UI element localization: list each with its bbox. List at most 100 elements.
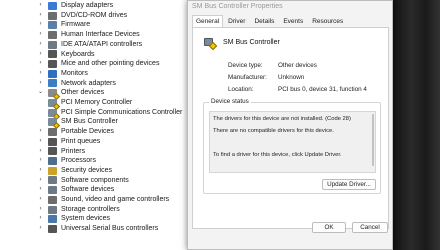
device-header: SM Bus Controller	[203, 36, 280, 51]
device-category-icon	[48, 108, 61, 120]
device-type-label: Device type:	[228, 62, 263, 69]
expand-chevron-icon[interactable]: ›	[37, 205, 44, 214]
expand-chevron-icon[interactable]: ›	[37, 166, 44, 175]
device-category-icon	[48, 186, 57, 195]
device-category-icon	[48, 11, 57, 20]
dialog-title[interactable]: SM Bus Controller Properties	[188, 1, 392, 13]
tree-category-item[interactable]: › System devices	[37, 214, 110, 224]
tree-child-item[interactable]: SM Bus Controller	[44, 117, 118, 130]
expand-chevron-icon[interactable]: ›	[37, 40, 44, 49]
expand-chevron-icon[interactable]: ›	[37, 30, 44, 39]
tree-item-label: Human Interface Devices	[61, 31, 140, 39]
status-scrollbar[interactable]	[372, 114, 374, 166]
expand-chevron-icon[interactable]: ⌄	[37, 89, 44, 98]
tree-category-item[interactable]: › Security devices	[37, 166, 112, 176]
general-panel: SM Bus Controller Device type: Other dev…	[192, 27, 389, 229]
tree-category-item[interactable]: › Software components	[37, 176, 129, 186]
cancel-button[interactable]: Cancel	[352, 222, 388, 233]
tree-category-item[interactable]: › Human Interface Devices	[37, 30, 140, 40]
device-category-icon	[48, 215, 57, 224]
tree-child-item[interactable]: PCI Memory Controller	[44, 98, 133, 110]
expand-chevron-icon[interactable]: ›	[37, 215, 44, 224]
device-status-text[interactable]: The drivers for this device are not inst…	[209, 111, 376, 173]
device-category-icon	[48, 118, 61, 130]
expand-chevron-icon[interactable]: ›	[37, 224, 44, 233]
tree-item-label: Software devices	[61, 186, 115, 194]
expand-chevron-icon[interactable]: ›	[37, 60, 44, 69]
expand-chevron-icon[interactable]: ›	[37, 79, 44, 88]
properties-dialog: SM Bus Controller Properties General Dri…	[187, 0, 393, 250]
expand-chevron-icon[interactable]: ›	[37, 137, 44, 146]
expand-chevron-icon[interactable]: ›	[37, 11, 44, 20]
tree-child-item[interactable]: PCI Simple Communications Controller	[44, 108, 183, 120]
tree-item-label: Universal Serial Bus controllers	[61, 225, 159, 233]
tree-category-item[interactable]: ⌄ Other devices	[37, 88, 104, 101]
tree-category-item[interactable]: › Sound, video and game controllers	[37, 195, 169, 205]
update-driver-button[interactable]: Update Driver...	[322, 179, 376, 190]
device-category-icon	[48, 1, 57, 10]
expand-chevron-icon[interactable]: ›	[37, 176, 44, 185]
tree-item-label: IDE ATA/ATAPI controllers	[61, 40, 143, 48]
generic-device-warning-icon	[203, 36, 218, 51]
device-category-icon	[48, 60, 57, 69]
tree-item-label: DVD/CD-ROM drives	[61, 11, 128, 19]
device-category-icon	[48, 127, 57, 136]
tree-category-item[interactable]: › Display adapters	[37, 1, 113, 11]
tree-item-label: Mice and other pointing devices	[61, 60, 160, 68]
tree-category-item[interactable]: › Keyboards	[37, 50, 94, 60]
device-category-icon	[48, 98, 61, 110]
expand-chevron-icon[interactable]: ›	[37, 147, 44, 156]
manufacturer-label: Manufacturer:	[228, 74, 267, 81]
tree-category-item[interactable]: › DVD/CD-ROM drives	[37, 11, 127, 21]
tree-category-item[interactable]: › Mice and other pointing devices	[37, 59, 159, 69]
expand-chevron-icon[interactable]: ›	[37, 1, 44, 10]
tree-category-item[interactable]: › Storage controllers	[37, 205, 120, 215]
tree-category-item[interactable]: › Universal Serial Bus controllers	[37, 224, 158, 234]
device-category-icon	[48, 79, 57, 88]
tree-item-label: Processors	[61, 157, 97, 165]
tree-category-item[interactable]: › Print queues	[37, 137, 100, 147]
tree-category-item[interactable]: › IDE ATA/ATAPI controllers	[37, 40, 142, 50]
device-name: SM Bus Controller	[223, 38, 280, 46]
device-category-icon	[48, 157, 57, 166]
tree-category-item[interactable]: › Software devices	[37, 185, 114, 195]
tree-item-label: PCI Simple Communications Controller	[61, 108, 183, 116]
tree-category-item[interactable]: › Monitors	[37, 69, 88, 79]
device-category-icon	[48, 69, 57, 78]
tree-item-label: Portable Devices	[61, 128, 114, 136]
device-category-icon	[48, 205, 57, 214]
tree-item-label: Software components	[61, 176, 129, 184]
tree-item-label: Firmware	[61, 21, 91, 29]
tree-item-label: PCI Memory Controller	[61, 99, 133, 106]
tree-item-label: SM Bus Controller	[61, 118, 118, 126]
tree-item-label: System devices	[61, 215, 111, 223]
tree-category-item[interactable]: › Printers	[37, 147, 85, 157]
tree-item-label: Sound, video and game controllers	[61, 196, 170, 203]
tree-item-label: Monitors	[61, 69, 88, 77]
tree-category-item[interactable]: › Portable Devices	[37, 127, 114, 137]
device-category-icon	[48, 21, 57, 30]
device-category-icon	[48, 40, 57, 49]
tree-category-item[interactable]: › Firmware	[37, 20, 90, 30]
tree-item-label: Security devices	[61, 166, 112, 174]
expand-chevron-icon[interactable]: ›	[37, 195, 44, 204]
tree-category-item[interactable]: › Network adapters	[37, 79, 116, 89]
tree-item-label: Storage controllers	[61, 205, 120, 213]
tree-item-label: Printers	[61, 147, 86, 155]
expand-chevron-icon[interactable]: ›	[37, 186, 44, 195]
tree-category-item[interactable]: › Processors	[37, 156, 96, 166]
expand-chevron-icon[interactable]: ›	[37, 127, 44, 136]
expand-chevron-icon[interactable]: ›	[37, 21, 44, 30]
status-line: There are no compatible drivers for this…	[213, 128, 334, 134]
ok-button[interactable]: OK	[312, 222, 346, 233]
device-category-icon	[48, 176, 57, 185]
device-category-icon	[48, 30, 57, 39]
tree-item-label: Print queues	[61, 137, 101, 145]
expand-chevron-icon[interactable]: ›	[37, 50, 44, 59]
expand-chevron-icon[interactable]: ›	[37, 69, 44, 78]
expand-chevron-icon[interactable]: ›	[37, 157, 44, 166]
device-category-icon	[48, 50, 57, 59]
device-status-title: Device status	[209, 98, 251, 105]
tree-item-label: Display adapters	[61, 2, 114, 9]
location-label: Location:	[228, 86, 254, 93]
